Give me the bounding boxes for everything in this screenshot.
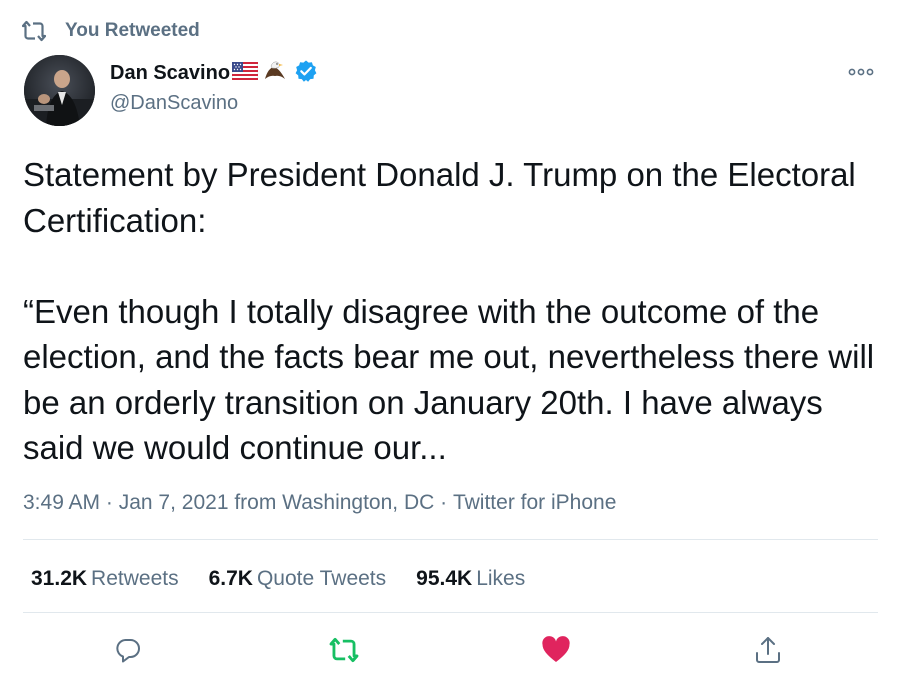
avatar[interactable] — [24, 55, 95, 126]
tweet-source[interactable]: Twitter for iPhone — [453, 491, 616, 515]
verified-badge-icon — [294, 59, 318, 88]
likes-stat[interactable]: 95.4K Likes — [416, 567, 525, 591]
divider — [23, 612, 878, 613]
like-button[interactable] — [538, 634, 574, 670]
author-block: Dan Scavino @DanScavino — [110, 60, 318, 115]
quote-tweets-label: Quote Tweets — [256, 567, 387, 590]
tweet-date[interactable]: Jan 7, 2021 — [119, 491, 229, 515]
tweet-text: Statement by President Donald J. Trump o… — [23, 152, 883, 471]
author-display-name[interactable]: Dan Scavino — [110, 62, 230, 85]
author-name-row: Dan Scavino — [110, 60, 318, 86]
likes-label: Likes — [476, 567, 526, 590]
tweet-time[interactable]: 3:49 AM — [23, 491, 100, 515]
meta-separator: · — [100, 491, 119, 514]
retweets-stat[interactable]: 31.2K Retweets — [31, 567, 179, 591]
more-icon — [848, 63, 874, 81]
tweet-paragraph: “Even though I totally disagree with the… — [23, 292, 875, 467]
likes-count: 95.4K — [416, 567, 473, 590]
heart-icon — [541, 635, 571, 669]
us-flag-icon — [231, 61, 259, 85]
retweets-count: 31.2K — [31, 567, 88, 590]
eagle-icon — [262, 59, 288, 88]
retweet-header-text: You Retweeted — [65, 20, 200, 41]
tweet-paragraph: Statement by President Donald J. Trump o… — [23, 156, 856, 239]
tweet-location[interactable]: from Washington, DC — [229, 491, 434, 515]
divider — [23, 539, 878, 540]
more-options-button[interactable] — [846, 62, 876, 82]
share-button[interactable] — [750, 634, 786, 670]
reply-button[interactable] — [110, 634, 146, 670]
meta-separator: · — [434, 491, 453, 514]
engagement-stats: 31.2K Retweets 6.7K Quote Tweets 95.4K Like… — [31, 567, 555, 591]
retweet-icon — [329, 637, 359, 668]
retweet-header: You Retweeted — [22, 18, 200, 44]
quote-tweets-stat[interactable]: 6.7K Quote Tweets — [209, 567, 387, 591]
quote-tweets-count: 6.7K — [208, 567, 253, 590]
action-bar — [0, 634, 898, 670]
retweet-icon — [22, 18, 48, 44]
share-icon — [753, 635, 783, 670]
author-handle[interactable]: @DanScavino — [110, 92, 318, 115]
retweets-label: Retweets — [91, 567, 179, 590]
reply-icon — [114, 636, 142, 669]
tweet-meta: 3:49 AM · Jan 7, 2021 from Washington, D… — [23, 491, 616, 515]
retweet-button[interactable] — [326, 634, 362, 670]
